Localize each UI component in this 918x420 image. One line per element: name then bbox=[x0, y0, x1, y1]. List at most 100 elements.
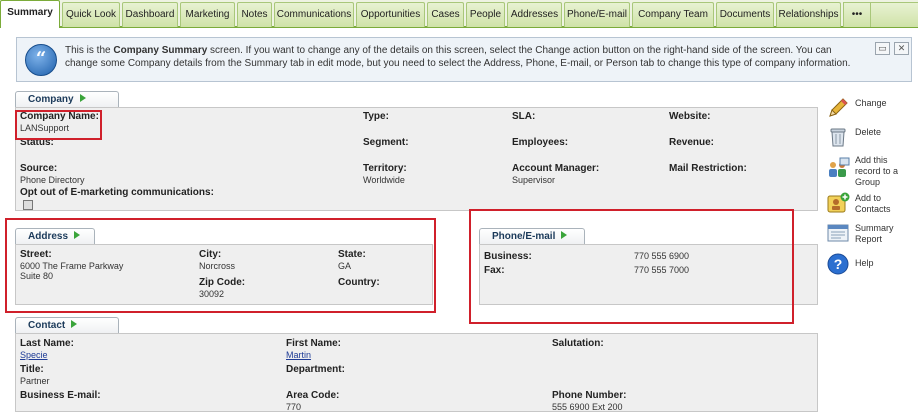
contact-panel: Last Name: Specie Title: Partner Busines… bbox=[15, 333, 818, 412]
title-label: Title: bbox=[20, 364, 44, 375]
company-name-label: Company Name: bbox=[20, 111, 99, 122]
add-to-contacts-button[interactable]: Add to Contacts bbox=[826, 191, 916, 215]
phone-email-panel: Business: 770 555 6900 Fax: 770 555 7000 bbox=[479, 244, 818, 305]
business-email-label: Business E-mail: bbox=[20, 390, 101, 401]
add-to-contacts-label: Add to Contacts bbox=[855, 193, 891, 214]
tab-company-team[interactable]: Company Team bbox=[632, 2, 714, 27]
change-button[interactable]: Change bbox=[826, 96, 916, 120]
status-label: Status: bbox=[20, 137, 54, 148]
first-name-label: First Name: bbox=[286, 338, 342, 349]
last-name-label: Last Name: bbox=[20, 338, 74, 349]
area-code-label: Area Code: bbox=[286, 390, 340, 401]
state-label: State: bbox=[338, 249, 366, 260]
info-text-part: This is the bbox=[65, 45, 114, 56]
report-icon bbox=[827, 224, 849, 242]
summary-report-label: Summary Report bbox=[855, 223, 894, 244]
pencil-icon bbox=[829, 98, 848, 117]
segment-label: Segment: bbox=[363, 137, 409, 148]
street-line2: Suite 80 bbox=[20, 271, 54, 281]
minimize-icon[interactable]: ▭ bbox=[875, 42, 890, 55]
address-caption-label: Address bbox=[28, 231, 69, 242]
city-value: Norcross bbox=[199, 261, 236, 271]
delete-label: Delete bbox=[855, 127, 882, 137]
info-text: This is the Company Summary screen. If y… bbox=[65, 44, 865, 70]
employees-label: Employees: bbox=[512, 137, 569, 148]
tab-communications[interactable]: Communications bbox=[274, 2, 354, 27]
add-to-group-label: Add this record to a Group bbox=[855, 155, 899, 187]
svg-text:?: ? bbox=[834, 256, 843, 272]
type-label: Type: bbox=[363, 111, 389, 122]
tab-addresses[interactable]: Addresses bbox=[507, 2, 562, 27]
address-caption[interactable]: Address bbox=[15, 228, 95, 245]
arrow-right-icon bbox=[79, 94, 86, 102]
phone-number-label: Phone Number: bbox=[552, 390, 627, 401]
country-label: Country: bbox=[338, 277, 380, 288]
street-line1: 6000 The Frame Parkway bbox=[20, 261, 124, 271]
source-value: Phone Directory bbox=[20, 175, 85, 185]
speech-bubble-icon: “ bbox=[25, 44, 57, 76]
company-caption[interactable]: Company bbox=[15, 91, 119, 108]
contact-caption[interactable]: Contact bbox=[15, 317, 119, 334]
arrow-right-icon bbox=[74, 231, 81, 239]
business-phone-value: 770 555 6900 bbox=[634, 251, 690, 261]
state-value: GA bbox=[338, 261, 352, 271]
tab-phone-email[interactable]: Phone/E-mail bbox=[564, 2, 630, 27]
info-banner: “ This is the Company Summary screen. If… bbox=[16, 37, 912, 82]
trash-can-icon bbox=[830, 128, 846, 147]
area-code-value: 770 bbox=[286, 402, 302, 412]
title-value: Partner bbox=[20, 376, 50, 386]
contact-caption-label: Contact bbox=[28, 320, 66, 331]
account-manager-value: Supervisor bbox=[512, 175, 556, 185]
revenue-label: Revenue: bbox=[669, 137, 715, 148]
fax-value: 770 555 7000 bbox=[634, 265, 690, 275]
business-phone-label: Business: bbox=[484, 251, 532, 262]
mail-restriction-label: Mail Restriction: bbox=[669, 163, 747, 174]
arrow-right-icon bbox=[561, 231, 568, 239]
city-label: City: bbox=[199, 249, 222, 260]
sla-label: SLA: bbox=[512, 111, 536, 122]
company-name-value: LANSupport bbox=[20, 123, 70, 133]
website-label: Website: bbox=[669, 111, 711, 122]
account-manager-label: Account Manager: bbox=[512, 163, 600, 174]
address-panel: Street: 6000 The Frame Parkway Suite 80 … bbox=[15, 244, 433, 305]
tab-dashboard[interactable]: Dashboard bbox=[122, 2, 178, 27]
tab-cases[interactable]: Cases bbox=[427, 2, 464, 27]
info-text-bold: Company Summary bbox=[113, 45, 208, 56]
tab-bar-filler bbox=[871, 2, 918, 27]
help-button[interactable]: ? Help bbox=[826, 252, 916, 276]
first-name-link[interactable]: Martin bbox=[286, 350, 311, 360]
tab-bar: Summary Quick Look Dashboard Marketing N… bbox=[0, 0, 918, 28]
tab-relationships[interactable]: Relationships bbox=[776, 2, 841, 27]
add-contact-icon bbox=[827, 192, 850, 213]
department-label: Department: bbox=[286, 364, 345, 375]
last-name-link[interactable]: Specie bbox=[20, 350, 48, 360]
tab-quick-look[interactable]: Quick Look bbox=[62, 2, 120, 27]
phone-email-caption-label: Phone/E-mail bbox=[492, 231, 556, 242]
summary-report-button[interactable]: Summary Report bbox=[826, 221, 916, 245]
street-label: Street: bbox=[20, 249, 52, 260]
arrow-right-icon bbox=[71, 320, 78, 328]
tab-documents[interactable]: Documents bbox=[716, 2, 774, 27]
tab-people[interactable]: People bbox=[466, 2, 505, 27]
optout-checkbox[interactable] bbox=[23, 200, 33, 210]
phone-email-caption[interactable]: Phone/E-mail bbox=[479, 228, 585, 245]
delete-button[interactable]: Delete bbox=[826, 125, 916, 149]
phone-number-value: 555 6900 Ext 200 bbox=[552, 402, 623, 412]
tab-more-button[interactable]: ••• bbox=[843, 2, 871, 27]
tab-opportunities[interactable]: Opportunities bbox=[356, 2, 425, 27]
zip-value: 30092 bbox=[199, 289, 225, 299]
close-icon[interactable]: ✕ bbox=[894, 42, 909, 55]
optout-label: Opt out of E-marketing communications: bbox=[20, 187, 214, 198]
add-to-group-button[interactable]: Add this record to a Group bbox=[826, 153, 918, 187]
territory-value: Worldwide bbox=[363, 175, 405, 185]
help-icon: ? bbox=[827, 253, 849, 275]
help-label: Help bbox=[855, 258, 874, 268]
tab-notes[interactable]: Notes bbox=[237, 2, 272, 27]
tab-summary[interactable]: Summary bbox=[0, 0, 60, 28]
company-panel: Company Name: LANSupport Status: Source:… bbox=[15, 107, 818, 211]
territory-label: Territory: bbox=[363, 163, 407, 174]
fax-label: Fax: bbox=[484, 265, 505, 276]
tab-marketing[interactable]: Marketing bbox=[180, 2, 235, 27]
salutation-label: Salutation: bbox=[552, 338, 604, 349]
group-people-icon bbox=[829, 157, 850, 177]
